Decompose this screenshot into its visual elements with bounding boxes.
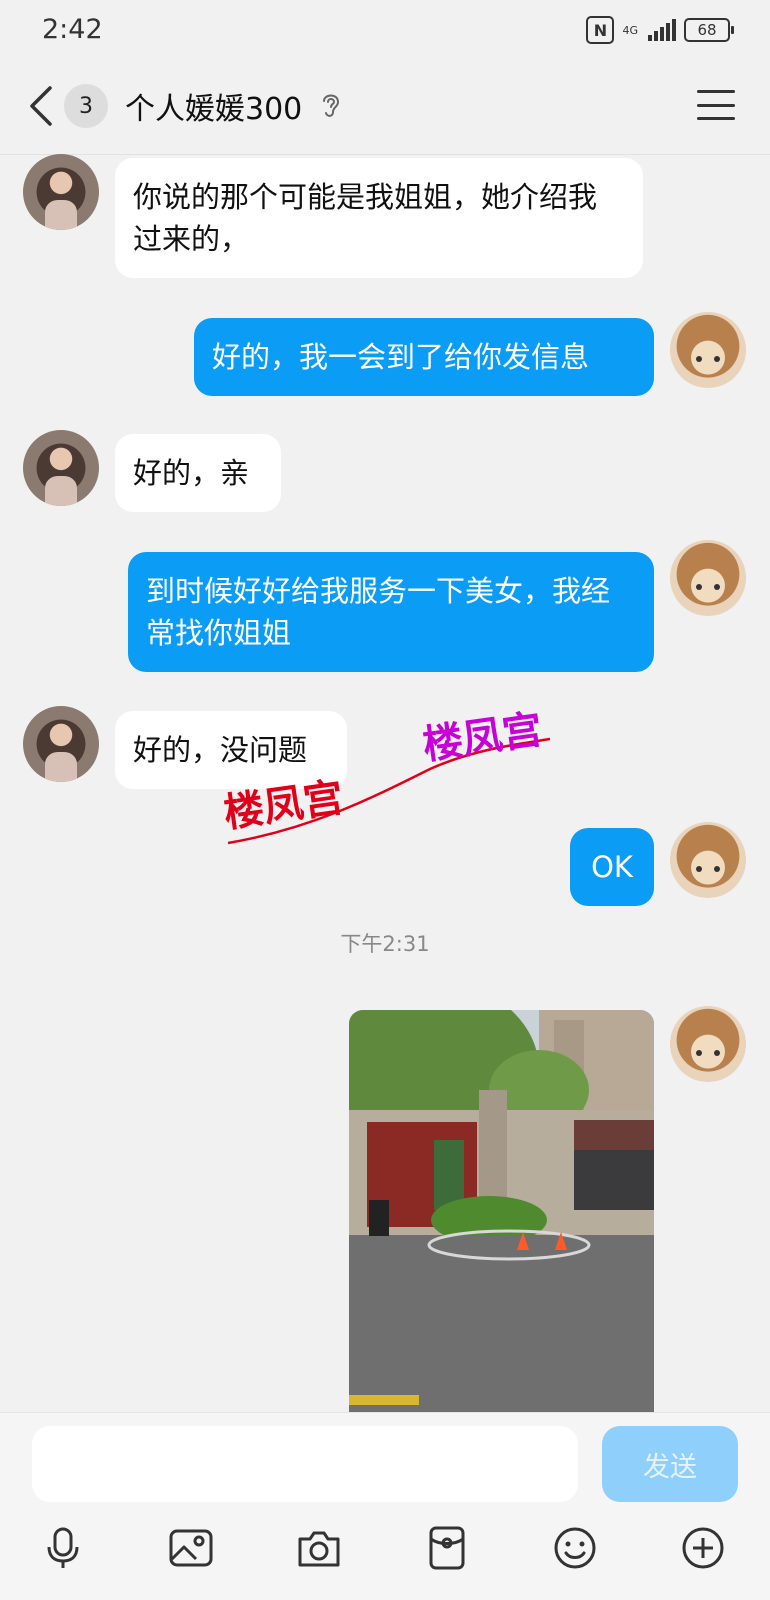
my-avatar[interactable] <box>670 540 746 616</box>
send-button[interactable]: 发送 <box>602 1426 738 1502</box>
unread-count-badge[interactable]: 3 <box>64 84 108 128</box>
received-message-bubble[interactable]: 好的，没问题 <box>115 711 347 789</box>
menu-line <box>697 90 735 93</box>
my-avatar[interactable] <box>670 312 746 388</box>
photo-message[interactable] <box>349 1010 654 1412</box>
sent-message-bubble[interactable]: OK <box>570 828 654 906</box>
red-packet-icon[interactable] <box>422 1523 472 1573</box>
contact-avatar[interactable] <box>23 706 99 782</box>
status-bar: 2:42 N 4G 68 <box>0 0 770 62</box>
menu-line <box>697 103 735 107</box>
contact-avatar[interactable] <box>23 430 99 506</box>
my-avatar[interactable] <box>670 822 746 898</box>
sent-message-bubble[interactable]: 到时候好好给我服务一下美女，我经常找你姐姐 <box>128 552 654 672</box>
menu-button[interactable] <box>697 87 735 123</box>
contact-avatar[interactable] <box>23 154 99 230</box>
menu-line <box>697 117 735 120</box>
camera-icon[interactable] <box>294 1523 344 1573</box>
nfc-icon: N <box>586 16 615 44</box>
signal-icon <box>648 19 676 41</box>
network-type: 4G <box>622 23 638 37</box>
chat-screen: 2:42 N 4G 68 3 个人媛媛300 你说的那个可能是我姐姐，她介绍我过… <box>0 0 770 1600</box>
sent-message-bubble[interactable]: 好的，我一会到了给你发信息 <box>194 318 654 396</box>
emoji-icon[interactable] <box>550 1523 600 1573</box>
chevron-left-icon <box>30 86 52 126</box>
ear-icon <box>323 94 340 117</box>
photo-image <box>349 1010 654 1412</box>
chat-title[interactable]: 个人媛媛300 <box>125 84 302 128</box>
battery-icon: 68 <box>684 18 734 42</box>
watermark-text-purple: 楼凤宫 <box>420 709 545 769</box>
message-input[interactable] <box>32 1426 578 1502</box>
battery-level: 68 <box>697 21 717 39</box>
input-area: 发送 <box>0 1412 770 1600</box>
time-divider: 下午2:31 <box>340 932 430 956</box>
status-time: 2:42 <box>42 14 103 45</box>
microphone-icon[interactable] <box>38 1523 88 1573</box>
plus-icon[interactable] <box>678 1523 728 1573</box>
received-message-bubble[interactable]: 你说的那个可能是我姐姐，她介绍我过来的， <box>115 158 643 278</box>
my-avatar[interactable] <box>670 1006 746 1082</box>
message-list[interactable]: 你说的那个可能是我姐姐，她介绍我过来的， 好的，我一会到了给你发信息 好的，亲 … <box>0 154 770 1412</box>
received-message-bubble[interactable]: 好的，亲 <box>115 434 281 512</box>
back-button[interactable] <box>22 80 62 132</box>
image-icon[interactable] <box>166 1523 216 1573</box>
chat-header: 3 个人媛媛300 <box>0 62 770 155</box>
status-icons: N 4G 68 <box>586 16 734 44</box>
input-toolbar <box>0 1513 770 1593</box>
